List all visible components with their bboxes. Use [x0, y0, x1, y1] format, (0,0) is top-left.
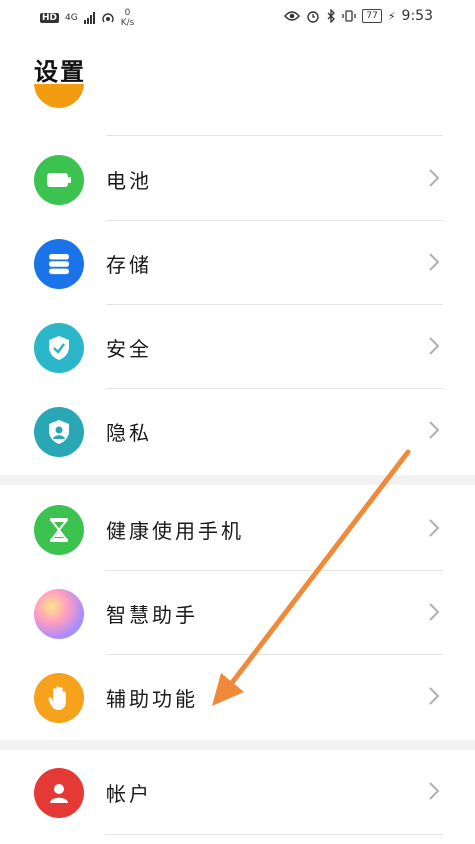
- settings-item-account[interactable]: 帐户: [0, 750, 475, 835]
- hand-icon: [34, 673, 84, 723]
- partial-row[interactable]: [0, 84, 475, 136]
- battery-level: 77: [362, 9, 382, 23]
- net-speed-unit: K/s: [120, 18, 135, 28]
- chevron-right-icon: [429, 519, 440, 537]
- item-label: 存储: [106, 253, 152, 277]
- net-speed: 0 K/s: [121, 8, 135, 28]
- alarm-icon: [307, 11, 320, 23]
- status-right: 77 ⚡ 9:53: [284, 8, 433, 24]
- status-left: HD 4G 0 K/s: [40, 8, 134, 28]
- chevron-right-icon: [429, 337, 440, 355]
- settings-item-smart-assistant[interactable]: 智慧助手: [0, 571, 475, 655]
- item-label: 安全: [106, 337, 152, 361]
- hotspot-icon: [102, 13, 114, 23]
- hd-icon: HD: [40, 13, 60, 23]
- item-label: 智慧助手: [106, 603, 198, 627]
- settings-item-accessibility[interactable]: 辅助功能: [0, 655, 475, 739]
- partial-row-label: [106, 92, 154, 100]
- item-label: 健康使用手机: [106, 519, 244, 543]
- bluetooth-icon: [327, 9, 336, 23]
- item-label: 隐私: [106, 421, 152, 445]
- chevron-right-icon: [429, 253, 440, 271]
- settings-item-storage[interactable]: 存储: [0, 221, 475, 305]
- section-gap: [0, 475, 475, 485]
- divider: [106, 834, 443, 835]
- battery-icon: [34, 155, 84, 205]
- chevron-right-icon: [429, 421, 440, 439]
- settings-item-security[interactable]: 安全: [0, 305, 475, 389]
- chevron-right-icon: [429, 603, 440, 621]
- chevron-right-icon: [429, 782, 440, 800]
- storage-icon: [34, 239, 84, 289]
- item-label: 辅助功能: [106, 687, 198, 711]
- settings-item-battery[interactable]: 电池: [0, 137, 475, 221]
- item-label: 帐户: [106, 782, 152, 806]
- page-title: 设置: [34, 58, 86, 86]
- shield-icon: [34, 323, 84, 373]
- assistant-icon: [34, 589, 84, 639]
- chevron-right-icon: [429, 687, 440, 705]
- eye-icon: [284, 11, 301, 21]
- signal-icon: [83, 12, 95, 24]
- network-type: 4G: [65, 12, 78, 23]
- clock-time: 9:53: [401, 8, 433, 24]
- hourglass-icon: [34, 505, 84, 555]
- status-bar: HD 4G 0 K/s 77 ⚡ 9:53: [0, 0, 475, 34]
- partial-row-icon: [34, 84, 84, 108]
- item-label: 电池: [106, 169, 152, 193]
- chevron-right-icon: [429, 169, 440, 187]
- account-icon: [34, 768, 84, 818]
- section-gap: [0, 740, 475, 750]
- vibrate-icon: [342, 10, 357, 22]
- net-speed-value: 0: [124, 8, 131, 18]
- settings-item-privacy[interactable]: 隐私: [0, 389, 475, 473]
- settings-item-digital-balance[interactable]: 健康使用手机: [0, 487, 475, 571]
- charging-icon: ⚡: [387, 9, 396, 23]
- privacy-icon: [34, 407, 84, 457]
- divider: [106, 135, 443, 136]
